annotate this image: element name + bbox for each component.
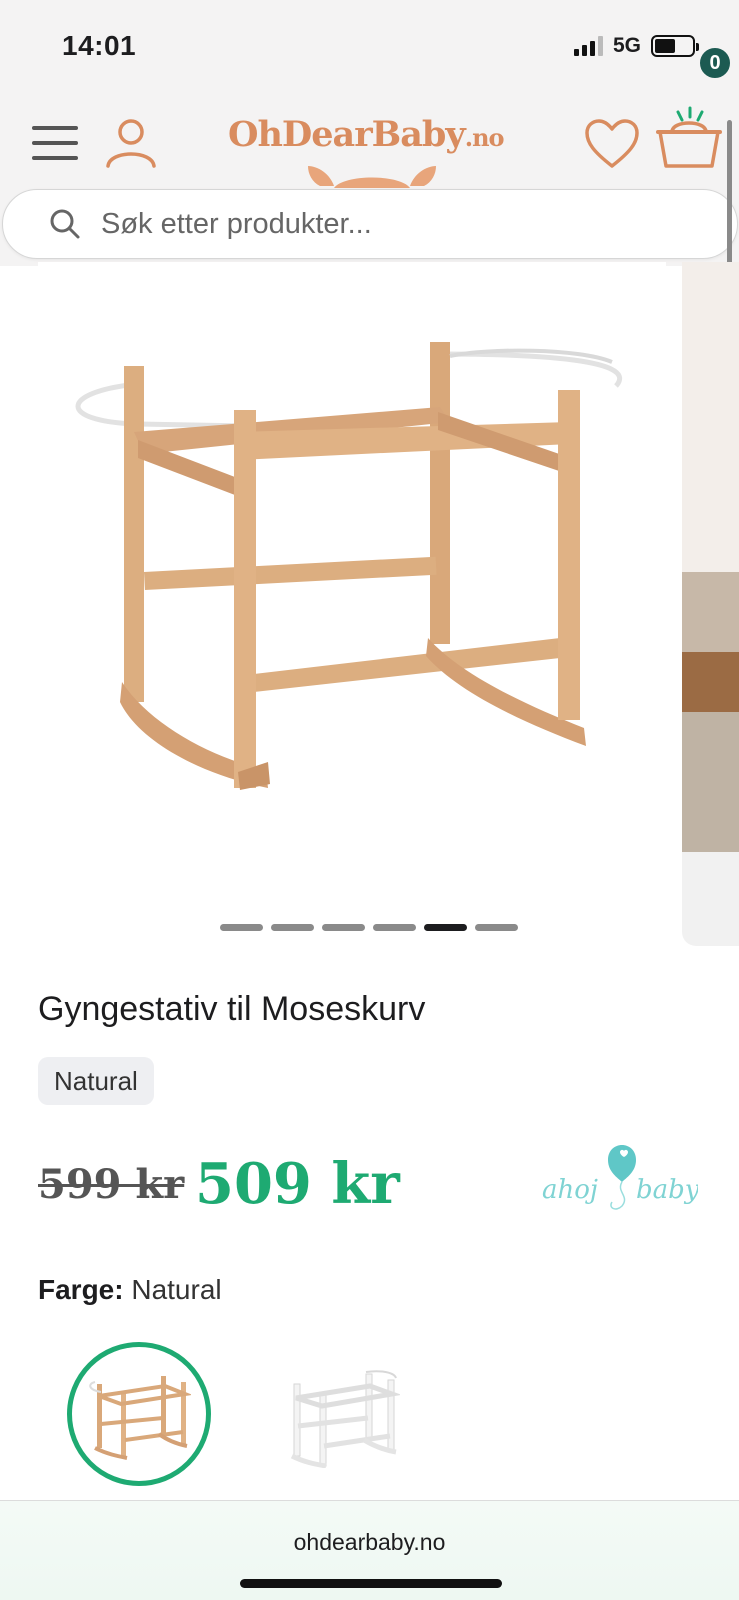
brand-logo[interactable]: ahoj baby — [538, 1130, 698, 1230]
browser-address-bar[interactable]: ohdearbaby.no — [0, 1500, 739, 1600]
logo-tld: .no — [464, 123, 505, 152]
sale-price: 509 kr — [195, 1151, 400, 1217]
menu-icon[interactable] — [32, 126, 78, 160]
color-label: Farge: — [38, 1274, 124, 1305]
swatch-white[interactable] — [268, 1342, 412, 1486]
color-selector-label: Farge: Natural — [38, 1274, 222, 1306]
swatch-white-image — [290, 1370, 400, 1468]
basket-icon[interactable] — [652, 106, 724, 176]
logo-text: OhDearBaby — [228, 114, 466, 155]
gallery-pagination[interactable] — [220, 924, 518, 931]
status-indicators: 5G — [573, 34, 699, 58]
svg-text:baby: baby — [636, 1175, 698, 1205]
svg-text:ahoj: ahoj — [542, 1175, 598, 1205]
site-logo[interactable]: OhDearBaby.no — [228, 114, 505, 155]
cart-count-badge[interactable]: 0 — [698, 46, 732, 80]
old-price: 599 kr — [38, 1161, 185, 1208]
search-icon — [50, 209, 80, 239]
gallery-dot[interactable] — [322, 924, 365, 931]
gallery-dot[interactable] — [424, 924, 467, 931]
variant-chip[interactable]: Natural — [38, 1057, 154, 1105]
gallery-dot[interactable] — [475, 924, 518, 931]
next-product-image[interactable] — [682, 262, 739, 946]
swatch-natural[interactable] — [67, 1342, 211, 1486]
product-title: Gyngestativ til Moseskurv — [38, 990, 426, 1028]
heart-icon[interactable] — [584, 118, 640, 170]
search-input[interactable] — [101, 207, 661, 241]
battery-icon — [651, 35, 699, 57]
network-label: 5G — [612, 34, 641, 57]
product-gallery[interactable] — [38, 262, 666, 946]
url-text[interactable]: ohdearbaby.no — [0, 1529, 739, 1556]
gallery-dot[interactable] — [220, 924, 263, 931]
gallery-dot[interactable] — [271, 924, 314, 931]
swatch-natural-image — [89, 1376, 191, 1460]
search-bar[interactable] — [2, 189, 738, 259]
status-time: 14:01 — [62, 30, 137, 61]
home-indicator[interactable] — [240, 1579, 502, 1588]
product-image[interactable] — [38, 262, 666, 946]
logo-deer-icon — [308, 166, 436, 188]
color-value: Natural — [131, 1274, 222, 1305]
user-icon[interactable] — [104, 116, 158, 168]
status-bar: 14:01 5G — [0, 0, 739, 96]
gallery-dot[interactable] — [373, 924, 416, 931]
signal-icon — [573, 36, 603, 56]
